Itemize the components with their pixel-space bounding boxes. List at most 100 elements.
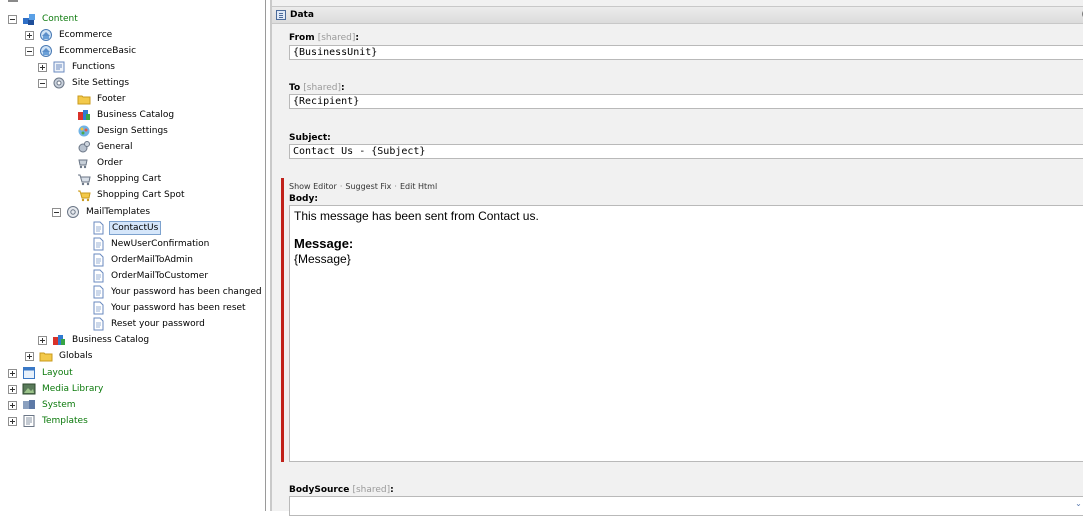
expand-icon[interactable] [8, 416, 17, 426]
tree-item-label: Design Settings [97, 126, 168, 136]
content-tree: Content Ecommerce EcommerceBasic Functions S… [0, 0, 266, 511]
document-icon [91, 237, 105, 251]
tree-item-footer[interactable]: Footer [63, 91, 128, 107]
tree-item-globals[interactable]: Globals [25, 348, 94, 364]
tree-item-general[interactable]: General [63, 139, 134, 155]
tree-item-order[interactable]: Order [63, 155, 125, 171]
tree-item-reset-your-password[interactable]: Reset your password [77, 316, 207, 332]
body-toolbar: Show Editor · Suggest Fix · Edit Html [289, 182, 438, 191]
tree-item-layout[interactable]: Layout [8, 365, 75, 381]
chevron-down-icon[interactable]: ⌄ [1074, 499, 1083, 508]
section-header-data[interactable]: Data ( [272, 6, 1083, 24]
tree-item-contactus[interactable]: ContactUs [77, 220, 162, 236]
tree-connector-line [8, 0, 18, 2]
expand-icon[interactable] [8, 400, 17, 410]
subject-label: Subject: [289, 133, 331, 143]
tree-item-ordermailtocustomer[interactable]: OrderMailToCustomer [77, 268, 210, 284]
edit-html-link[interactable]: Edit Html [400, 182, 437, 191]
expand-icon[interactable] [8, 384, 17, 394]
document-icon [91, 221, 105, 235]
tree-item-your-password-has-been-changed[interactable]: Your password has been changed [77, 284, 264, 300]
tree-item-label: Footer [97, 94, 126, 104]
collapse-icon[interactable] [25, 46, 34, 56]
tree-item-ordermailtoadmin[interactable]: OrderMailToAdmin [77, 252, 195, 268]
tree-item-label: OrderMailToAdmin [111, 255, 194, 265]
tree-item-label: Order [97, 158, 123, 168]
from-label: From [shared]: [289, 33, 360, 43]
document-icon [91, 285, 105, 299]
tree-item-label: Reset your password [111, 319, 205, 329]
tree-item-mailtemplates[interactable]: MailTemplates [52, 204, 152, 220]
document-icon [91, 301, 105, 315]
expand-icon[interactable] [25, 30, 34, 40]
tree-item-design-settings[interactable]: Design Settings [63, 123, 170, 139]
show-editor-link[interactable]: Show Editor [289, 182, 337, 191]
tree-item-label: Media Library [42, 384, 104, 394]
collapse-icon[interactable] [38, 78, 47, 88]
expand-icon[interactable] [25, 351, 34, 361]
tree-item-templates[interactable]: Templates [8, 413, 90, 429]
tree-item-label: Shopping Cart Spot [97, 190, 185, 200]
tree-item-shopping-cart[interactable]: Shopping Cart [63, 171, 163, 187]
shopping-cart-icon [77, 172, 91, 186]
body-message-token: {Message} [294, 252, 351, 266]
tree-item-label: Business Catalog [97, 110, 175, 120]
collapse-icon[interactable] [52, 207, 61, 217]
tree-item-label: General [97, 142, 133, 152]
tree-item-functions[interactable]: Functions [38, 59, 117, 75]
tree-item-media-library[interactable]: Media Library [8, 381, 105, 397]
site-icon [39, 28, 53, 42]
suggest-fix-link[interactable]: Suggest Fix [345, 182, 391, 191]
tree-item-site-settings[interactable]: Site Settings [38, 75, 131, 91]
media-library-icon [22, 382, 36, 396]
tree-item-ecommerce[interactable]: Ecommerce [25, 27, 114, 43]
tree-item-label: ContactUs [109, 221, 162, 235]
section-icon [276, 10, 286, 20]
tree-item-system[interactable]: System [8, 397, 78, 413]
collapse-icon[interactable] [8, 14, 17, 24]
functions-icon [52, 60, 66, 74]
body-intro-text: This message has been sent from Contact … [294, 209, 539, 223]
expand-icon[interactable] [38, 62, 47, 72]
tree-item-label: Your password has been changed [111, 287, 262, 297]
from-field[interactable]: {BusinessUnit} [289, 45, 1083, 60]
tree-item-label: Business Catalog [72, 335, 150, 345]
shared-tag: [shared] [352, 485, 391, 495]
tree-item-your-password-has-been-reset[interactable]: Your password has been reset [77, 300, 248, 316]
body-message-heading: Message: [294, 236, 354, 251]
tree-item-business-catalog[interactable]: Business Catalog [38, 332, 151, 348]
business-catalog-icon [52, 333, 66, 347]
tree-item-business-catalog[interactable]: Business Catalog [63, 107, 176, 123]
layout-icon [22, 366, 36, 380]
expand-icon[interactable] [8, 368, 17, 378]
tree-item-newuserconfirmation[interactable]: NewUserConfirmation [77, 236, 211, 252]
body-rich-text-field[interactable]: This message has been sent from Contact … [289, 205, 1083, 462]
shopping-cart-spot-icon [77, 188, 91, 202]
expand-icon[interactable] [38, 335, 47, 345]
to-label: To [shared]: [289, 83, 345, 93]
tree-item-content[interactable]: Content [8, 11, 80, 27]
tree-item-ecommercebasic[interactable]: EcommerceBasic [25, 43, 138, 59]
content-editor: Data ( From [shared]: {BusinessUnit} To … [270, 0, 1083, 516]
tree-item-shopping-cart-spot[interactable]: Shopping Cart Spot [63, 187, 186, 203]
tree-item-label: System [42, 400, 76, 410]
to-field[interactable]: {Recipient} [289, 94, 1083, 109]
tree-item-label: Functions [72, 62, 115, 72]
tree-item-label: Content [42, 14, 78, 24]
bodysource-field[interactable]: ⌄ [289, 496, 1083, 516]
subject-field[interactable]: Contact Us - {Subject} [289, 144, 1083, 159]
tree-item-label: Layout [42, 368, 73, 378]
general-settings-icon [77, 140, 91, 154]
design-settings-icon [77, 124, 91, 138]
tree-item-label: Shopping Cart [97, 174, 162, 184]
tree-item-label: Globals [59, 351, 93, 361]
settings-gear-icon [52, 76, 66, 90]
mail-templates-icon [66, 205, 80, 219]
